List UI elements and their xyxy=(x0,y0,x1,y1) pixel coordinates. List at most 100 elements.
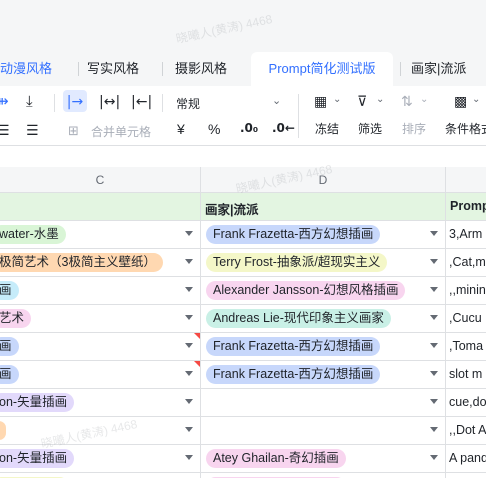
cell-column-e[interactable]: ,,minin xyxy=(446,277,486,304)
header-cell-c[interactable] xyxy=(0,193,201,220)
tab-realistic-style[interactable]: 写实风格 xyxy=(87,52,149,86)
dropdown-caret-icon[interactable] xyxy=(185,399,193,404)
chevron-down-icon[interactable]: ⌄ xyxy=(333,94,341,105)
table-row: water-水墨 Frank Frazetta-西方幻想插画 3,Arm xyxy=(0,221,486,249)
dropdown-caret-icon[interactable] xyxy=(185,287,193,292)
sort-label[interactable]: 排序 xyxy=(402,120,426,137)
dropdown-caret-icon[interactable] xyxy=(430,287,438,292)
tab-photography-style[interactable]: 摄影风格 xyxy=(175,52,237,86)
cell-column-d[interactable]: Frank Frazetta-西方幻想插画 xyxy=(201,361,446,388)
cell-column-e[interactable]: 3,Arm xyxy=(446,221,486,248)
dropdown-caret-icon[interactable] xyxy=(430,455,438,460)
chevron-down-icon[interactable]: ⌄ xyxy=(272,94,281,107)
cell-column-d[interactable] xyxy=(201,417,446,444)
align-left-icon[interactable]: |→ xyxy=(63,90,87,112)
header-label: 画家|流派 xyxy=(205,203,259,217)
cell-column-e[interactable]: cue,do xyxy=(446,389,486,416)
align-center-h-icon[interactable]: |←| xyxy=(131,93,152,110)
option-tag: Frank Frazetta-西方幻想插画 xyxy=(206,365,381,384)
align-distribute-icon[interactable]: ⇻ xyxy=(0,92,9,110)
cell-column-e[interactable]: ,,Mad xyxy=(446,473,486,478)
sheet-tabs: 动漫风格 写实风格 摄影风格 Prompt简化测试版 画家|流派 xyxy=(0,52,486,86)
cell-column-c[interactable]: on-矢量插画 xyxy=(0,389,201,416)
dropdown-caret-icon[interactable] xyxy=(430,231,438,236)
align-right-icon[interactable]: |↔| xyxy=(99,93,120,110)
dropdown-caret-icon[interactable] xyxy=(430,399,438,404)
freeze-icon[interactable]: ▦ xyxy=(314,93,327,110)
cell-column-d[interactable]: Andreas Lie-现代印象主义画家 xyxy=(201,305,446,332)
tab-painter-genre[interactable]: 画家|流派 xyxy=(411,52,486,86)
cell-column-c[interactable]: 中国家传画 xyxy=(0,473,201,478)
toolbar-divider xyxy=(162,94,163,112)
cell-column-c[interactable]: 画 xyxy=(0,361,201,388)
header-cell-d[interactable]: 画家|流派 xyxy=(201,193,446,220)
cell-column-c[interactable]: 艺术 xyxy=(0,305,201,332)
dropdown-caret-icon[interactable] xyxy=(185,315,193,320)
increase-decimal-icon[interactable]: .0₀ xyxy=(240,121,258,135)
prompt-text: ,Cat,m xyxy=(449,255,486,269)
cell-column-e[interactable]: ,Toma xyxy=(446,333,486,360)
cell-column-e[interactable]: ,Cucu xyxy=(446,305,486,332)
dropdown-caret-icon[interactable] xyxy=(430,371,438,376)
merge-cells-icon[interactable]: ⊞ xyxy=(68,123,79,139)
prompt-text: ,Toma xyxy=(449,339,484,353)
chevron-down-icon[interactable]: ⌄ xyxy=(376,94,384,105)
dropdown-caret-icon[interactable] xyxy=(185,371,193,376)
filter-icon[interactable]: ⊽ xyxy=(357,93,367,110)
indent-left-icon[interactable]: ☰ xyxy=(0,122,10,139)
dropdown-caret-icon[interactable] xyxy=(430,315,438,320)
indent-right-icon[interactable]: ☰ xyxy=(26,122,39,139)
dropdown-caret-icon[interactable] xyxy=(185,231,193,236)
tab-separator xyxy=(78,62,79,76)
cell-column-c[interactable]: on-矢量插画 xyxy=(0,445,201,472)
option-tag: on-矢量插画 xyxy=(0,449,75,468)
cell-column-c[interactable]: 画 xyxy=(0,277,201,304)
percent-button[interactable]: % xyxy=(208,121,220,137)
freeze-label[interactable]: 冻结 xyxy=(315,120,339,137)
cell-column-c[interactable]: water-水墨 xyxy=(0,221,201,248)
sort-icon[interactable]: ⇅ xyxy=(401,93,413,110)
dropdown-caret-icon[interactable] xyxy=(185,427,193,432)
dropdown-caret-icon[interactable] xyxy=(430,343,438,348)
merge-cells-button[interactable]: 合并单元格 xyxy=(91,123,151,140)
column-header-e[interactable] xyxy=(446,167,486,193)
cell-column-d[interactable]: Atey Ghailan-奇幻插画 xyxy=(201,445,446,472)
filter-label[interactable]: 筛选 xyxy=(358,120,382,137)
cell-column-d[interactable]: Frank Frazetta-西方幻想插画 xyxy=(201,221,446,248)
cell-column-e[interactable]: ,,Dot A xyxy=(446,417,486,444)
currency-button[interactable]: ¥ xyxy=(177,121,185,137)
font-size-select[interactable]: 常规 xyxy=(176,95,200,112)
option-tag: 画 xyxy=(0,281,19,300)
cell-column-e[interactable]: A pand xyxy=(446,445,486,472)
chevron-down-icon[interactable]: ⌄ xyxy=(472,94,480,105)
table-row: 极简艺术（3极简主义壁纸） Terry Frost-抽象派/超现实主义 ,Cat,m xyxy=(0,249,486,277)
toolbar-divider xyxy=(298,94,299,138)
cell-column-c[interactable]: 极简艺术（3极简主义壁纸） xyxy=(0,249,201,276)
cell-column-d[interactable]: Atey Ghailan-奇幻插画 xyxy=(201,473,446,478)
cell-column-d[interactable]: Alexander Jansson-幻想风格插画 xyxy=(201,277,446,304)
dropdown-caret-icon[interactable] xyxy=(185,259,193,264)
tab-prompt-simplified-test[interactable]: Prompt简化测试版 xyxy=(251,52,393,86)
decrease-decimal-icon[interactable]: .0← xyxy=(272,121,295,135)
header-cell-e[interactable]: Promp xyxy=(446,193,486,220)
column-header-c[interactable]: C xyxy=(0,167,201,193)
cell-column-e[interactable]: ,Cat,m xyxy=(446,249,486,276)
conditional-format-label[interactable]: 条件格式 xyxy=(445,120,486,137)
cell-column-d[interactable] xyxy=(201,389,446,416)
chevron-down-icon[interactable]: ⌄ xyxy=(420,94,428,105)
format-toolbar: ⇻ ⤓ |→ |↔| |←| 常规 ⌄ ▦ ⌄ ⊽ ⌄ ⇅ ⌄ ▩ ⌄ ☰ ☰ … xyxy=(0,86,486,146)
dropdown-caret-icon[interactable] xyxy=(185,455,193,460)
tab-anime-style[interactable]: 动漫风格 xyxy=(0,52,72,86)
conditional-format-icon[interactable]: ▩ xyxy=(454,93,467,110)
table-row: 画 Frank Frazetta-西方幻想插画 slot m xyxy=(0,361,486,389)
dropdown-caret-icon[interactable] xyxy=(430,259,438,264)
option-tag: 艺术 xyxy=(0,309,32,328)
cell-column-c[interactable]: 画 xyxy=(0,333,201,360)
dropdown-caret-icon[interactable] xyxy=(430,427,438,432)
cell-column-d[interactable]: Terry Frost-抽象派/超现实主义 xyxy=(201,249,446,276)
align-bottom-icon[interactable]: ⤓ xyxy=(26,92,33,110)
cell-column-e[interactable]: slot m xyxy=(446,361,486,388)
cell-column-d[interactable]: Frank Frazetta-西方幻想插画 xyxy=(201,333,446,360)
dropdown-caret-icon[interactable] xyxy=(185,343,193,348)
option-tag: on-矢量插画 xyxy=(0,393,75,412)
